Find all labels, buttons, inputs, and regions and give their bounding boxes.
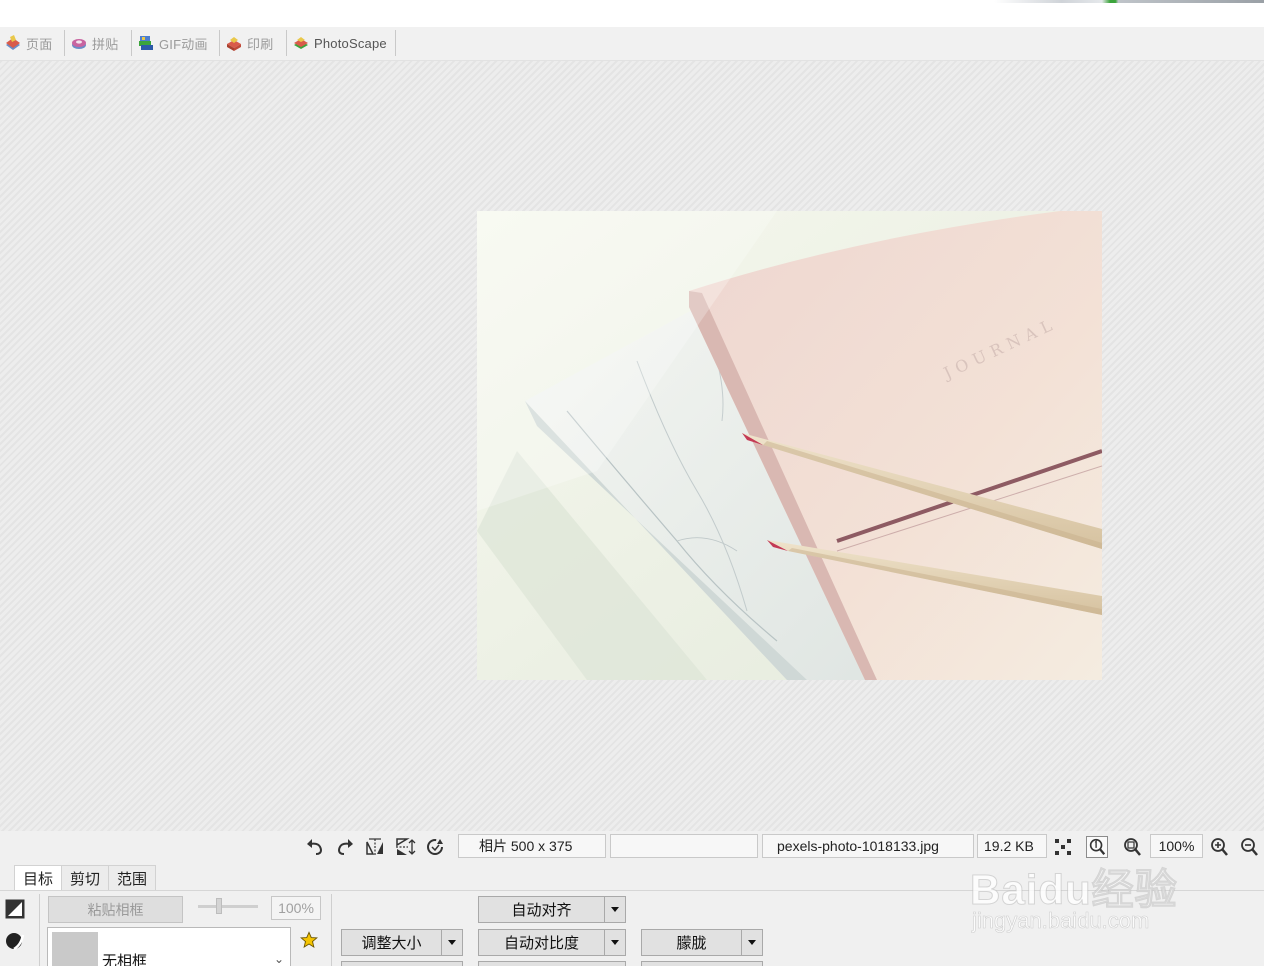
status-bar: 相片 500 x 375 pexels-photo-1018133.jpg 19… xyxy=(0,831,1264,863)
undo-icon[interactable] xyxy=(304,836,326,858)
zoom-in-icon[interactable] xyxy=(1208,836,1230,858)
photo-canvas[interactable]: JOURNAL xyxy=(477,211,1102,680)
zoom-fit-icon[interactable] xyxy=(1121,836,1143,858)
auto-contrast-dropdown[interactable]: 自动对比度 xyxy=(478,929,626,956)
subtab-crop[interactable]: 剪切 xyxy=(61,865,110,891)
blur-arrow[interactable] xyxy=(741,930,762,955)
resize-arrow[interactable] xyxy=(441,930,462,955)
gif-animation-icon xyxy=(139,36,153,50)
opacity-slider-track[interactable] xyxy=(198,905,258,908)
resize-dropdown[interactable]: 调整大小 xyxy=(341,929,463,956)
tab-photoscape-label: PhotoScape xyxy=(314,35,387,51)
photoscape-window: 页面 拼贴 GIF动画 印刷 PhotoScape JOURNAL 相片 500… xyxy=(0,0,1264,966)
editor-subtabs: 目标 剪切 范围 xyxy=(14,865,157,891)
opacity-value[interactable]: 100% xyxy=(271,896,321,920)
tab-gif-animation[interactable]: GIF动画 xyxy=(133,30,220,56)
next-row-button[interactable] xyxy=(478,961,626,966)
editor-panel: 目标 剪切 范围 粘贴相框 100% 无相框 ⌄ 调整大小 自动对齐 自动对比度… xyxy=(0,863,1264,966)
title-strip xyxy=(0,0,1264,27)
status-blank-field xyxy=(610,834,758,858)
rotate-icon[interactable] xyxy=(424,836,446,858)
auto-level-arrow[interactable] xyxy=(604,897,625,922)
next-row-button[interactable] xyxy=(641,961,763,966)
resize-button[interactable]: 调整大小 xyxy=(342,930,441,955)
blur-button[interactable]: 朦胧 xyxy=(642,930,741,955)
frame-select-value: 无相框 xyxy=(102,953,148,966)
zoom-out-icon[interactable] xyxy=(1238,836,1260,858)
chevron-down-icon: ⌄ xyxy=(273,952,284,966)
zoom-actual-icon[interactable] xyxy=(1086,836,1108,858)
blur-dropdown[interactable]: 朦胧 xyxy=(641,929,763,956)
paste-frame-button[interactable]: 粘贴相框 xyxy=(48,896,183,923)
filename-field: pexels-photo-1018133.jpg xyxy=(762,834,974,858)
print-icon xyxy=(227,37,241,51)
mode-tab-bar: 页面 拼贴 GIF动画 印刷 PhotoScape xyxy=(0,27,1264,61)
panel-divider xyxy=(0,890,1264,891)
subtab-range[interactable]: 范围 xyxy=(108,865,157,891)
auto-contrast-arrow[interactable] xyxy=(604,930,625,955)
triangle-down-icon xyxy=(748,940,756,945)
triangle-down-icon xyxy=(448,940,456,945)
tab-print[interactable]: 印刷 xyxy=(221,30,287,56)
flip-vertical-icon[interactable] xyxy=(394,836,416,858)
frame-round-icon[interactable] xyxy=(5,931,25,951)
opacity-slider-thumb[interactable] xyxy=(216,898,222,914)
page-icon xyxy=(6,35,20,50)
image-workspace[interactable]: JOURNAL xyxy=(0,61,1264,831)
fit-screen-icon[interactable] xyxy=(1052,836,1074,858)
frame-select[interactable]: 无相框 ⌄ xyxy=(47,927,291,966)
zoom-level-field: 100% xyxy=(1150,834,1203,858)
subtab-target[interactable]: 目标 xyxy=(14,865,63,891)
flip-horizontal-icon[interactable] xyxy=(364,836,386,858)
tab-gif-animation-label: GIF动画 xyxy=(159,36,208,52)
panel-separator-2 xyxy=(331,894,332,966)
auto-level-button[interactable]: 自动对齐 xyxy=(479,897,604,922)
photo-size-field: 相片 500 x 375 xyxy=(458,834,606,858)
filesize-field: 19.2 KB xyxy=(977,834,1047,858)
triangle-down-icon xyxy=(611,907,619,912)
redo-icon[interactable] xyxy=(334,836,356,858)
frame-preview xyxy=(52,932,98,966)
panel-separator xyxy=(39,894,40,966)
journal-photo: JOURNAL xyxy=(477,211,1102,680)
triangle-down-icon xyxy=(611,940,619,945)
frame-square-icon[interactable] xyxy=(5,899,25,919)
combine-icon xyxy=(72,39,86,49)
next-row-button[interactable] xyxy=(341,961,463,966)
auto-contrast-button[interactable]: 自动对比度 xyxy=(479,930,604,955)
tab-print-label: 印刷 xyxy=(247,36,274,52)
tab-photoscape[interactable]: PhotoScape xyxy=(288,30,396,56)
tab-page-label: 页面 xyxy=(26,36,53,52)
tab-page[interactable]: 页面 xyxy=(0,30,65,56)
title-decoration xyxy=(994,0,1264,3)
tab-combine-label: 拼贴 xyxy=(92,36,119,52)
star-icon[interactable] xyxy=(300,931,318,949)
auto-level-dropdown[interactable]: 自动对齐 xyxy=(478,896,626,923)
tab-combine[interactable]: 拼贴 xyxy=(66,30,132,56)
photoscape-icon xyxy=(294,37,308,49)
